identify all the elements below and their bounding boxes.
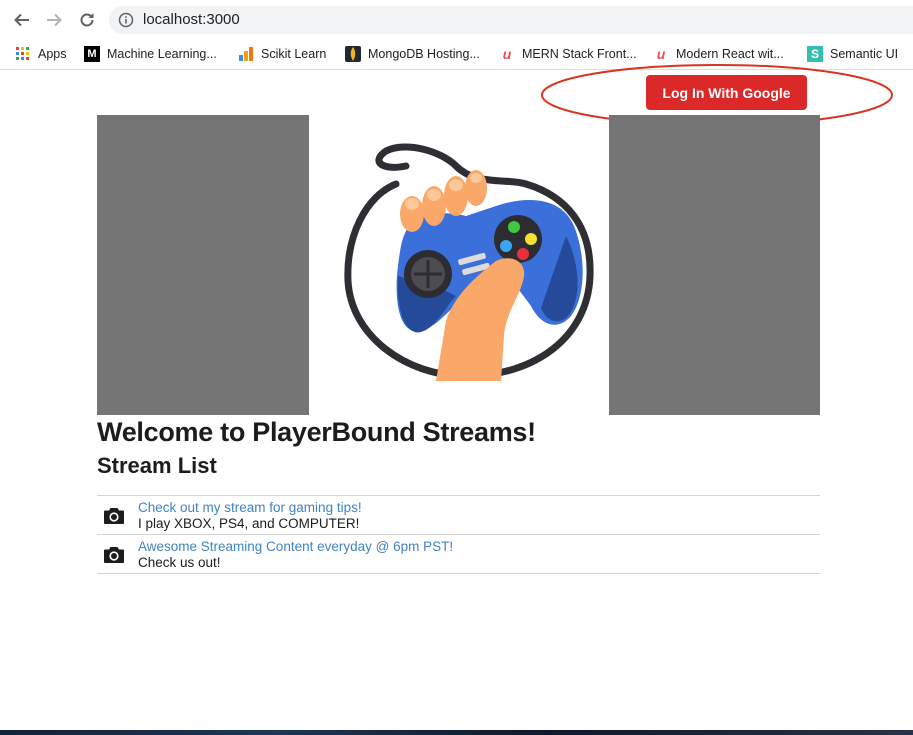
apps-grid-icon bbox=[15, 46, 31, 62]
chart-icon bbox=[238, 46, 254, 62]
page-content: Log In With Google Welcome to PlayerBoun… bbox=[0, 64, 913, 730]
mongodb-icon bbox=[345, 46, 361, 62]
stream-title-link[interactable]: Check out my stream for gaming tips! bbox=[138, 500, 362, 515]
reload-button[interactable] bbox=[76, 9, 98, 31]
camera-icon bbox=[104, 546, 124, 568]
left-placeholder-image bbox=[97, 115, 309, 415]
url-text[interactable]: localhost:3000 bbox=[143, 11, 240, 28]
bookmark-label: Apps bbox=[38, 47, 67, 61]
bookmark-machine-learning[interactable]: M Machine Learning... bbox=[84, 44, 217, 64]
stream-list: Check out my stream for gaming tips! I p… bbox=[97, 495, 820, 574]
bookmark-label: MongoDB Hosting... bbox=[368, 47, 480, 61]
bookmark-apps[interactable]: Apps bbox=[15, 44, 67, 64]
bookmark-mongodb[interactable]: MongoDB Hosting... bbox=[345, 44, 480, 64]
bookmark-label: Machine Learning... bbox=[107, 47, 217, 61]
right-placeholder-image bbox=[609, 115, 820, 415]
bookmark-scikit-learn[interactable]: Scikit Learn bbox=[238, 44, 326, 64]
address-bar[interactable]: localhost:3000 bbox=[109, 6, 913, 34]
bookmark-label: Scikit Learn bbox=[261, 47, 327, 61]
back-arrow-icon bbox=[14, 13, 29, 27]
list-item: Check out my stream for gaming tips! I p… bbox=[97, 495, 820, 534]
stream-list-heading: Stream List bbox=[97, 453, 217, 478]
stream-description: I play XBOX, PS4, and COMPUTER! bbox=[138, 516, 360, 531]
gamepad-hand-logo bbox=[344, 143, 594, 381]
forward-arrow-icon bbox=[47, 13, 62, 27]
welcome-heading: Welcome to PlayerBound Streams! bbox=[97, 417, 536, 447]
back-button[interactable] bbox=[11, 9, 33, 31]
udemy-icon: u bbox=[502, 46, 512, 62]
list-item: Awesome Streaming Content everyday @ 6pm… bbox=[97, 534, 820, 574]
info-icon[interactable] bbox=[118, 12, 134, 33]
browser-toolbar: localhost:3000 bbox=[0, 0, 913, 38]
desktop-background-strip bbox=[0, 730, 913, 735]
stream-description: Check us out! bbox=[138, 555, 221, 570]
forward-button[interactable] bbox=[43, 9, 65, 31]
camera-icon bbox=[104, 507, 124, 529]
medium-icon: M bbox=[84, 46, 100, 62]
stream-title-link[interactable]: Awesome Streaming Content everyday @ 6pm… bbox=[138, 539, 453, 554]
reload-icon bbox=[80, 13, 94, 27]
